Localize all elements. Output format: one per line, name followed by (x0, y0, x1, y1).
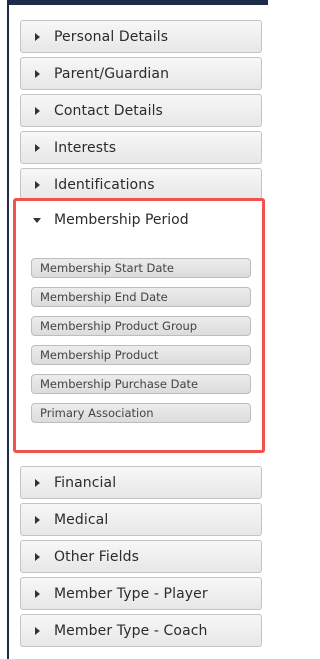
panel-member-type-coach[interactable]: Member Type - Coach (20, 614, 262, 647)
caret-right-icon (35, 32, 40, 41)
panel-label: Personal Details (54, 28, 169, 45)
panel-label: Financial (54, 474, 117, 491)
field-membership-product[interactable]: Membership Product (31, 345, 251, 365)
field-membership-product-group[interactable]: Membership Product Group (31, 316, 251, 336)
panel-identifications[interactable]: Identifications (20, 168, 262, 201)
field-membership-end-date[interactable]: Membership End Date (31, 287, 251, 307)
panel-membership-period-header[interactable]: Membership Period (20, 205, 260, 235)
panel-member-type-player[interactable]: Member Type - Player (20, 577, 262, 610)
panel-label: Parent/Guardian (54, 65, 170, 82)
panel-medical[interactable]: Medical (20, 503, 262, 536)
panel-interests[interactable]: Interests (20, 131, 262, 164)
caret-right-icon (35, 143, 40, 152)
field-label: Membership Start Date (40, 261, 174, 275)
field-label: Membership End Date (40, 290, 168, 304)
caret-right-icon (35, 69, 40, 78)
caret-down-icon (33, 217, 41, 223)
caret-right-icon (35, 515, 40, 524)
field-membership-purchase-date[interactable]: Membership Purchase Date (31, 374, 251, 394)
panel-financial[interactable]: Financial (20, 466, 262, 499)
field-label: Membership Product (40, 348, 159, 362)
panel-label: Interests (54, 139, 117, 156)
caret-right-icon (35, 589, 40, 598)
panel-label: Identifications (54, 176, 155, 193)
field-primary-association[interactable]: Primary Association (31, 403, 251, 423)
field-label: Membership Purchase Date (40, 377, 199, 391)
caret-right-icon (35, 478, 40, 487)
caret-right-icon (35, 106, 40, 115)
panel-label: Medical (54, 511, 109, 528)
field-membership-start-date[interactable]: Membership Start Date (31, 258, 251, 278)
panel-label: Contact Details (54, 102, 163, 119)
caret-right-icon (35, 552, 40, 561)
panel-contact-details[interactable]: Contact Details (20, 94, 262, 127)
caret-right-icon (35, 626, 40, 635)
panel-label: Member Type - Player (54, 585, 208, 602)
field-label: Primary Association (40, 406, 154, 420)
panel-label: Other Fields (54, 548, 140, 565)
frame-top-stripe (7, 0, 268, 5)
field-label: Membership Product Group (40, 319, 198, 333)
caret-right-icon (35, 180, 40, 189)
panel-parent-guardian[interactable]: Parent/Guardian (20, 57, 262, 90)
panel-personal-details[interactable]: Personal Details (20, 20, 262, 53)
panel-other-fields[interactable]: Other Fields (20, 540, 262, 573)
panel-label: Member Type - Coach (54, 622, 208, 639)
panel-label: Membership Period (54, 212, 189, 228)
